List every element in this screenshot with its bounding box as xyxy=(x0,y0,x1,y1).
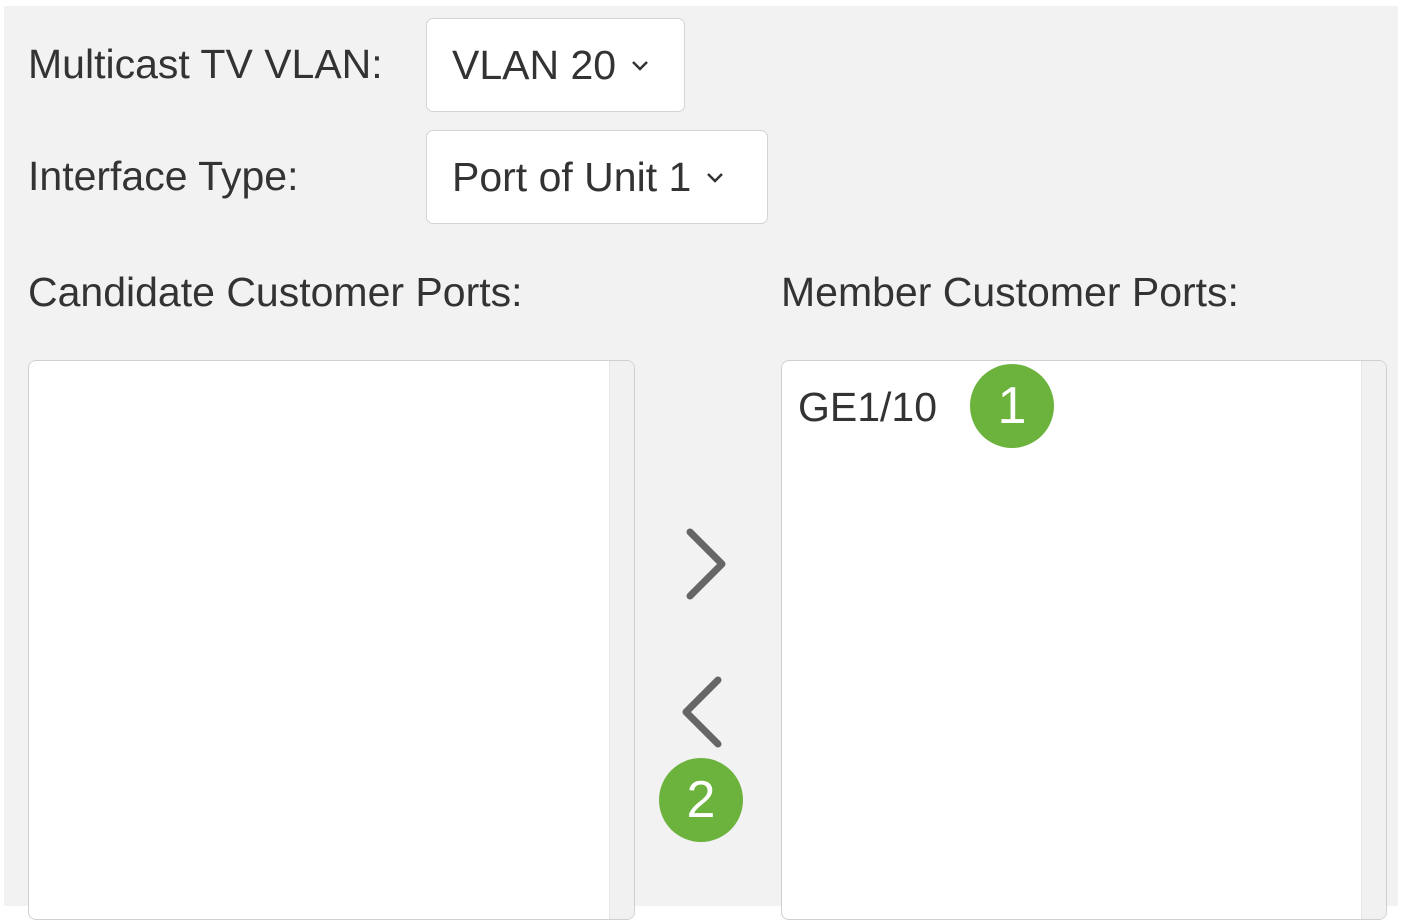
chevron-right-icon[interactable] xyxy=(676,524,732,604)
multicast-tv-vlan-select[interactable]: VLAN 20 xyxy=(426,18,685,112)
callout-badge-2: 2 xyxy=(659,758,743,842)
member-ports-scrollbar[interactable] xyxy=(1361,361,1386,919)
multicast-tv-vlan-form: Multicast TV VLAN: VLAN 20 Interface Typ… xyxy=(4,6,1398,920)
candidate-ports-scrollbar[interactable] xyxy=(609,361,634,919)
chevron-left-icon[interactable] xyxy=(676,672,732,752)
member-ports-label: Member Customer Ports: xyxy=(781,269,1239,315)
multicast-tv-vlan-label: Multicast TV VLAN: xyxy=(28,41,383,87)
interface-type-label: Interface Type: xyxy=(28,153,299,199)
multicast-tv-vlan-value: VLAN 20 xyxy=(452,41,617,88)
chevron-down-icon xyxy=(632,61,648,71)
callout-badge-1: 1 xyxy=(970,364,1054,448)
interface-type-value: Port of Unit 1 xyxy=(452,153,692,200)
member-ports-listbox[interactable]: GE1/10 xyxy=(781,360,1387,920)
member-port-option[interactable]: GE1/10 xyxy=(798,383,937,431)
candidate-ports-listbox[interactable] xyxy=(28,360,635,920)
candidate-ports-label: Candidate Customer Ports: xyxy=(28,269,523,315)
interface-type-select[interactable]: Port of Unit 1 xyxy=(426,130,768,224)
chevron-down-icon xyxy=(707,173,724,183)
